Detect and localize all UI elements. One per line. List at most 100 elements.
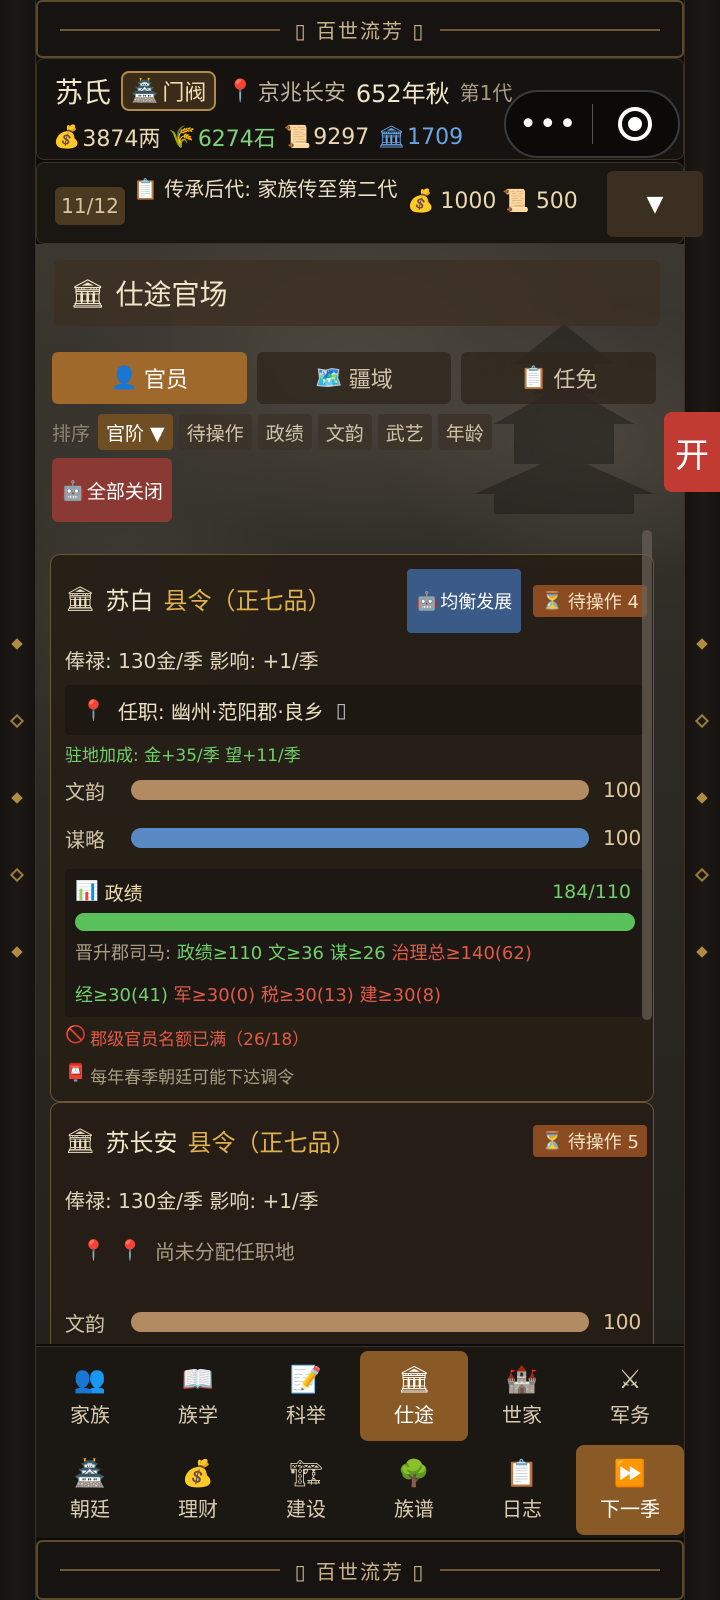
banner-title-text: 百世流芳 [316,18,404,43]
close-miniprogram-icon[interactable] [592,107,678,141]
right-rail [684,0,720,1600]
task-cost: 💰 1000 📜 500 [407,189,578,214]
clipboard-icon: 📋 [133,177,158,201]
banner-title: ▯ 百世流芳 ▯ [284,1555,436,1585]
book-icon: 📖 [181,1364,215,1395]
post-text: 任职: 幽州·范阳郡·良乡 [117,699,324,724]
stat-label: 谋略 [65,827,105,852]
nav-clans[interactable]: 🏰 世家 [468,1351,576,1441]
cost-silver: 1000 [440,189,497,214]
balanced-development-button[interactable]: 🤖 均衡发展 [407,569,521,633]
left-rail [0,0,36,1600]
nav-finance[interactable]: 💰 理财 [144,1445,252,1535]
post-row[interactable]: 📍 📍 尚未分配任职地 [65,1225,645,1275]
official-name: 苏白 [105,587,154,615]
generation: 第1代 [459,80,513,105]
task-text: 📋 传承后代: 家族传至第二代 [133,175,403,203]
pin-icon: 📍 [81,1238,106,1262]
temple-icon: 🏛 [65,1126,96,1155]
nav-exam[interactable]: 📝 科举 [252,1351,360,1441]
silver-value: 3874两 [82,127,161,152]
nav-career[interactable]: 🏛 仕途 [360,1351,468,1441]
banner-title-text: 百世流芳 [316,1559,404,1584]
salary-line: 俸禄: 130金/季 影响: +1/季 [65,649,319,673]
close-all-button[interactable]: 🤖 全部关闭 [52,458,172,522]
sort-performance[interactable]: 政绩 [257,414,312,450]
promo-label: 晋升郡司马: [75,943,172,964]
bottom-nav: 👥 家族 📖 族学 📝 科举 🏛 仕途 🏰 世家 ⚔ 军务 🏯 朝廷 💰 理财 🏗 建设 🌳 族谱 … [36,1346,684,1538]
placeholder-glyph-icon: ▯ [335,698,347,722]
warning-text: 郡级官员名额已满（26/18） [90,1030,310,1050]
prestige-value: 1709 [407,124,464,150]
money-bag-icon: 💰 [181,1458,215,1489]
post-row[interactable]: 📍 任职: 幽州·范阳郡·良乡 ▯ [65,685,645,735]
rank-badge[interactable]: 🏯 门阀 [121,71,217,111]
next-season-button[interactable]: ⏩ 下一季 [576,1445,684,1535]
rail-ornament [9,867,25,883]
nav-school[interactable]: 📖 族学 [144,1351,252,1441]
section-title-text: 仕途官场 [115,278,228,311]
robot-icon: 🤖 [61,479,85,502]
stat-bar [131,828,589,848]
balanced-label: 均衡发展 [440,592,513,613]
promotion-requirements: 晋升郡司马: 政绩≥110 文≥36 谋≥26 治理总≥140(62) [75,939,532,965]
nav-family[interactable]: 👥 家族 [36,1351,144,1441]
nav-log[interactable]: 📋 日志 [468,1445,576,1535]
side-open-tab[interactable]: 开 [664,412,720,492]
salary-line: 俸禄: 130金/季 影响: +1/季 [65,1189,319,1213]
stat-value: 100 [603,1310,642,1334]
sort-pending[interactable]: 待操作 [178,414,252,450]
swords-icon: ⚔ [618,1364,642,1395]
sort-literary[interactable]: 文韵 [317,414,372,450]
official-header: 🏛 苏白 县令（正七品） [65,581,331,616]
sort-martial[interactable]: 武艺 [377,414,432,450]
section-title: 🏛 仕途官场 [54,260,660,326]
memo-icon: 📝 [289,1364,323,1395]
temple-icon: 🏯 [131,78,159,104]
banner-line [60,1569,280,1571]
pending-badge[interactable]: ⏳ 待操作 5 [533,1125,647,1157]
banner-title: ▯ 百世流芳 ▯ [284,14,436,44]
tab-officials[interactable]: 👤 官员 [52,352,247,404]
task-dropdown-button[interactable]: ▼ [607,171,703,237]
nav-court[interactable]: 🏯 朝廷 [36,1445,144,1535]
clipboard-icon: 📋 [505,1458,539,1489]
performance-header: 📊 政绩 [75,879,143,906]
bottom-banner: ▯ 百世流芳 ▯ [36,1540,684,1600]
nav-genealogy[interactable]: 🌳 族谱 [360,1445,468,1535]
scrollbar[interactable] [642,530,652,1020]
tab-appointments[interactable]: 📋 任免 [461,352,657,404]
more-icon[interactable]: ••• [506,107,592,142]
tab-territory[interactable]: 🗺️ 疆域 [256,352,452,404]
banner-line [440,1569,660,1571]
sort-rank[interactable]: 官阶 ▼ [98,414,173,450]
nav-label: 仕途 [394,1402,434,1427]
nav-label: 族谱 [394,1496,434,1521]
performance-label: 政绩 [104,883,143,905]
performance-value: 184/110 [552,881,631,903]
sort-bar: 排序 官阶 ▼ 待操作 政绩 文韵 武艺 年龄 [52,414,492,450]
pending-badge[interactable]: ⏳ 待操作 4 [533,585,647,617]
requirement: 政绩≥110 [176,943,263,964]
stat-label: 文韵 [65,779,105,804]
location-text: 京兆长安 [257,81,346,106]
robot-icon: 🤖 [415,590,439,612]
pending-label: 待操作 4 [567,592,639,613]
official-title: 县令（正七品） [187,1129,356,1157]
nav-label: 族学 [178,1402,218,1427]
quota-warning: 🚫 郡级官员名额已满（26/18） [65,1025,309,1050]
nav-military[interactable]: ⚔ 军务 [576,1351,684,1441]
stat-value: 100 [603,778,642,802]
money-bag-icon: 💰 [53,124,81,150]
scroll-resource: 📜 9297 [284,121,369,153]
nav-label: 朝廷 [70,1496,110,1521]
header-row: 苏氏 🏯 门阀 📍 京兆长安 652年秋 第1代 [55,71,512,111]
rail-ornament [11,638,23,650]
person-icon: 👤 [110,365,139,391]
mailbox-icon: 📮 [65,1063,87,1083]
castle-icon: 🏰 [505,1364,539,1395]
sort-age[interactable]: 年龄 [437,414,492,450]
performance-bar [75,913,635,931]
rail-ornament [9,713,25,729]
nav-build[interactable]: 🏗 建设 [252,1445,360,1535]
